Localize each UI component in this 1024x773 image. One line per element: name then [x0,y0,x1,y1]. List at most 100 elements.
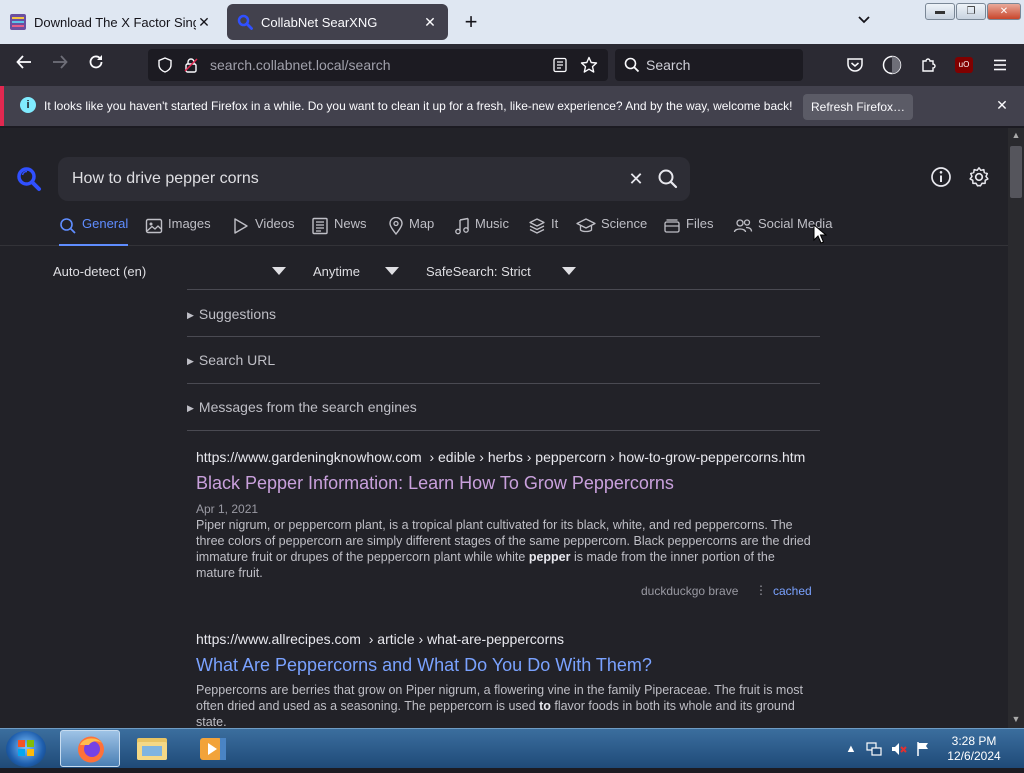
gear-icon[interactable] [968,166,990,188]
tab-general[interactable]: General [59,216,129,246]
search-placeholder: Search [646,57,691,73]
scroll-up-arrow-icon[interactable]: ▲ [1008,128,1024,142]
page-scrollbar[interactable]: ▲ ▼ [1008,128,1024,728]
taskbar-media-player[interactable] [184,730,244,767]
safesearch-select[interactable]: SafeSearch: Strict [426,264,531,279]
list-all-tabs-button[interactable] [852,10,876,34]
account-icon[interactable] [882,55,902,75]
address-bar[interactable]: search.collabnet.local/search [148,49,608,81]
info-icon: i [20,97,36,113]
snippet-highlight: to [539,699,551,713]
tab-label: Music [475,216,509,231]
windows-taskbar: ▲ 3:28 PM 12/6/2024 [0,728,1024,768]
refresh-firefox-button[interactable]: Refresh Firefox… [803,94,913,120]
url-host: search.collabnet.local [210,57,345,73]
result-title-link[interactable]: Black Pepper Information: Learn How To G… [196,473,674,494]
close-notification-icon[interactable]: ✕ [992,95,1012,115]
tab-science[interactable]: Science [576,216,647,246]
engine-messages-toggle[interactable]: ▶ Messages from the search engines [187,399,417,415]
scroll-thumb[interactable] [1010,146,1022,198]
clear-search-icon[interactable]: ✕ [624,167,648,191]
notification-message: It looks like you haven't started Firefo… [44,99,793,113]
searxng-logo-icon[interactable] [16,166,42,192]
taskbar-file-explorer[interactable] [122,730,182,767]
tab-label: Images [168,216,211,231]
divider [187,383,820,384]
reload-button[interactable] [82,52,110,78]
volume-muted-icon[interactable] [891,741,907,757]
firefox-icon [78,736,104,763]
start-button[interactable] [6,731,46,767]
search-input[interactable]: How to drive pepper corns [72,170,259,188]
taskbar-firefox[interactable] [60,730,120,767]
suggestions-toggle[interactable]: ▶ Suggestions [187,306,276,322]
info-circle-icon[interactable] [930,166,952,188]
result-snippet: Peppercorns are berries that grow on Pip… [196,682,812,728]
search-submit-icon[interactable] [656,167,680,191]
system-clock[interactable]: 3:28 PM 12/6/2024 [936,734,1012,764]
forward-button[interactable] [46,52,74,78]
shield-icon [158,57,172,73]
network-icon[interactable] [866,741,882,757]
search-icon [60,218,76,234]
cached-link[interactable]: cached [773,584,812,598]
folder-icon [137,738,167,760]
tab-xfactor[interactable]: Download The X Factor Sing (W ✕ [0,4,222,40]
result-host: https://www.gardeningknowhow.com [196,449,422,465]
tab-news[interactable]: News [311,216,367,246]
show-hidden-icons-chevron-icon[interactable]: ▲ [843,741,859,757]
result-breadcrumb: › edible › herbs › peppercorn › how-to-g… [429,449,806,465]
chevron-down-icon [858,16,870,24]
result-title-link[interactable]: What Are Peppercorns and What Do You Do … [196,655,652,676]
tab-videos[interactable]: Videos [232,216,295,246]
window-minimize-button[interactable]: ▬ [925,3,955,20]
pocket-icon[interactable] [846,56,864,74]
url-text[interactable]: search.collabnet.local/search [210,57,391,73]
searxng-favicon-icon [237,14,253,30]
action-center-flag-icon[interactable] [915,741,931,757]
reader-view-icon[interactable] [552,57,568,73]
back-button[interactable] [10,52,38,78]
bookmark-star-icon[interactable] [580,56,598,74]
tab-label: It [551,216,559,231]
close-tab-icon[interactable]: ✕ [422,14,438,31]
tab-it[interactable]: It [528,216,558,246]
section-label: Messages from the search engines [198,399,417,415]
close-tab-icon[interactable]: ✕ [196,14,212,31]
language-select[interactable]: Auto-detect (en) [53,264,146,279]
page-content: How to drive pepper corns ✕ General Imag… [0,128,1008,728]
result-engines: duckduckgo brave [641,584,739,598]
search-url-toggle[interactable]: ▶ Search URL [187,352,275,368]
window-close-button[interactable]: ✕ [987,3,1021,20]
scroll-down-arrow-icon[interactable]: ▼ [1008,712,1024,726]
tab-label: News [334,216,367,231]
site-favicon-icon [10,14,26,30]
result-url[interactable]: https://www.gardeningknowhow.com › edibl… [196,449,805,465]
time-range-select[interactable]: Anytime [313,264,360,279]
chevron-down-icon[interactable] [385,267,399,275]
result-url[interactable]: https://www.allrecipes.com › article › w… [196,631,564,647]
divider [187,336,820,337]
arrow-right-icon [53,55,68,69]
result-host: https://www.allrecipes.com [196,631,361,647]
triangle-right-icon: ▶ [187,356,194,366]
windows-logo-icon [18,740,34,756]
chevron-down-icon[interactable] [562,267,576,275]
tab-label: Files [686,216,714,231]
result-date: Apr 1, 2021 [196,502,259,516]
new-tab-button[interactable]: + [457,8,485,36]
tab-music[interactable]: Music [454,216,509,246]
extensions-puzzle-icon[interactable] [920,55,938,73]
snippet-highlight: pepper [528,550,571,564]
tab-searxng[interactable]: CollabNet SearXNG ✕ [227,4,448,40]
tab-map[interactable]: Map [388,216,434,246]
chevron-down-icon[interactable] [272,267,286,275]
ublock-origin-icon[interactable]: uO [955,57,973,73]
tab-files[interactable]: Files [663,216,713,246]
web-search-bar[interactable]: Search [615,49,803,81]
hamburger-menu-icon[interactable] [991,56,1009,74]
window-restore-button[interactable]: ❐ [956,3,986,20]
lock-icon [184,58,198,73]
search-query-box[interactable]: How to drive pepper corns ✕ [58,157,690,201]
tab-images[interactable]: Images [145,216,211,246]
